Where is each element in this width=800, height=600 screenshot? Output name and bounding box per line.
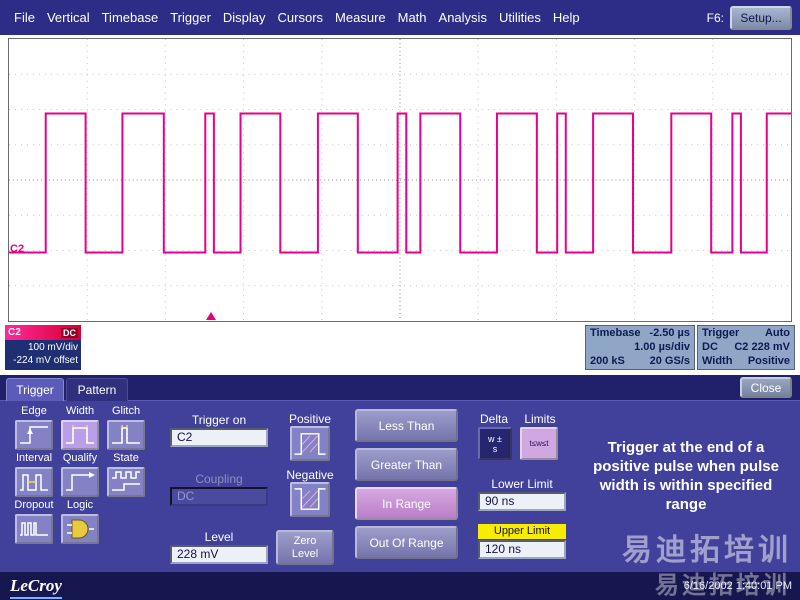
logic-icon bbox=[64, 517, 96, 541]
delta-mode-button[interactable]: w ± s bbox=[478, 427, 512, 460]
lecroy-logo: LeCroy bbox=[10, 576, 62, 599]
trigger-slope: Positive bbox=[748, 354, 790, 368]
logic-trigger-button[interactable] bbox=[61, 514, 99, 544]
menu-item-analysis[interactable]: Analysis bbox=[433, 10, 493, 25]
setup-button[interactable]: Setup... bbox=[730, 6, 792, 30]
menu-item-help[interactable]: Help bbox=[547, 10, 586, 25]
trigger-label: Trigger bbox=[702, 326, 739, 340]
width-trigger-button[interactable] bbox=[61, 420, 99, 450]
timebase-scale: 1.00 µs/div bbox=[634, 340, 690, 354]
trigger-type-selector: Edge Width Glitch bbox=[10, 405, 160, 544]
timebase-rate: 20 GS/s bbox=[650, 354, 690, 368]
glitch-icon bbox=[110, 423, 142, 447]
negative-pulse-icon bbox=[292, 484, 328, 515]
type-label-glitch: Glitch bbox=[112, 405, 140, 418]
dropout-trigger-button[interactable] bbox=[15, 514, 53, 544]
channel-offset: -224 mV offset bbox=[8, 354, 78, 367]
menu-item-display[interactable]: Display bbox=[217, 10, 272, 25]
less-than-button[interactable]: Less Than bbox=[355, 409, 458, 442]
trigger-descriptor[interactable]: Trigger Auto DC C2 228 mV Width Positive bbox=[697, 325, 795, 370]
footer-bar: LeCroy 6/16/2002 1:40:01 PM bbox=[0, 572, 800, 600]
timebase-descriptor[interactable]: Timebase -2.50 µs 1.00 µs/div 200 kS 20 … bbox=[585, 325, 695, 370]
lower-limit-label: Lower Limit bbox=[466, 477, 578, 491]
trigger-source-level: C2 228 mV bbox=[734, 340, 790, 354]
menu-item-vertical[interactable]: Vertical bbox=[41, 10, 96, 25]
menu-bar: File Vertical Timebase Trigger Display C… bbox=[0, 0, 800, 35]
tab-pattern[interactable]: Pattern bbox=[66, 378, 128, 401]
type-label-logic: Logic bbox=[67, 499, 93, 512]
close-button[interactable]: Close bbox=[740, 377, 792, 398]
edge-icon bbox=[18, 423, 50, 447]
channel-name: C2 bbox=[8, 327, 21, 338]
type-label-state: State bbox=[113, 452, 139, 465]
trigger-position-marker[interactable] bbox=[206, 312, 216, 320]
menu-item-utilities[interactable]: Utilities bbox=[493, 10, 547, 25]
interval-trigger-button[interactable] bbox=[15, 467, 53, 497]
menu-item-measure[interactable]: Measure bbox=[329, 10, 392, 25]
level-label: Level bbox=[170, 530, 268, 544]
trigger-dialog: Trigger Pattern Close Edge Width Glitch bbox=[0, 375, 800, 600]
width-icon bbox=[64, 423, 96, 447]
type-label-qualify: Qualify bbox=[63, 452, 97, 465]
watermark-text: 易迪拓培训 bbox=[622, 525, 792, 569]
menu-item-file[interactable]: File bbox=[8, 10, 41, 25]
timebase-label: Timebase bbox=[590, 326, 641, 340]
zero-level-button[interactable]: Zero Level bbox=[276, 530, 334, 565]
level-field[interactable]: 228 mV bbox=[170, 545, 268, 564]
positive-label: Positive bbox=[284, 412, 336, 426]
positive-pulse-icon bbox=[292, 428, 328, 459]
timebase-position: -2.50 µs bbox=[649, 326, 690, 340]
type-label-width: Width bbox=[66, 405, 94, 418]
glitch-trigger-button[interactable] bbox=[107, 420, 145, 450]
menu-item-timebase[interactable]: Timebase bbox=[96, 10, 165, 25]
coupling-field: DC bbox=[170, 487, 268, 506]
dialog-tab-bar: Trigger Pattern Close bbox=[0, 375, 800, 401]
state-icon bbox=[110, 470, 142, 494]
interval-icon bbox=[18, 470, 50, 494]
coupling-label: Coupling bbox=[170, 472, 268, 486]
out-of-range-button[interactable]: Out Of Range bbox=[355, 526, 458, 559]
oscilloscope-screen: File Vertical Timebase Trigger Display C… bbox=[0, 0, 800, 600]
negative-label: Negative bbox=[284, 468, 336, 482]
in-range-button[interactable]: In Range bbox=[355, 487, 458, 520]
channel-c2-settings: 100 mV/div -224 mV offset bbox=[5, 340, 81, 370]
channel-c2-descriptor[interactable]: C2 DC 100 mV/div -224 mV offset bbox=[5, 325, 81, 370]
channel-c2-header: C2 DC bbox=[5, 325, 81, 340]
lower-limit-field[interactable]: 90 ns bbox=[478, 492, 566, 511]
timebase-samples: 200 kS bbox=[590, 354, 625, 368]
tab-trigger[interactable]: Trigger bbox=[6, 378, 64, 401]
trigger-description-text: Trigger at the end of a positive pulse w… bbox=[580, 438, 792, 514]
dropout-icon bbox=[18, 517, 50, 541]
trigger-on-field[interactable]: C2 bbox=[170, 428, 268, 447]
greater-than-button[interactable]: Greater Than bbox=[355, 448, 458, 481]
limits-mode-button[interactable]: t≤w≤t bbox=[520, 427, 558, 460]
upper-limit-label: Upper Limit bbox=[478, 524, 566, 539]
upper-limit-field[interactable]: 120 ns bbox=[478, 540, 566, 559]
trace-label-c2: C2 bbox=[10, 243, 24, 255]
trigger-mode: Auto bbox=[765, 326, 790, 340]
menu-item-trigger[interactable]: Trigger bbox=[164, 10, 217, 25]
qualify-icon bbox=[64, 470, 96, 494]
positive-polarity-button[interactable] bbox=[290, 426, 330, 461]
waveform-display[interactable]: C2 bbox=[8, 38, 792, 322]
datetime-display: 6/16/2002 1:40:01 PM bbox=[684, 580, 792, 592]
f6-label: F6: bbox=[707, 11, 730, 25]
delta-label: Delta bbox=[472, 412, 516, 426]
state-trigger-button[interactable] bbox=[107, 467, 145, 497]
menu-item-math[interactable]: Math bbox=[392, 10, 433, 25]
type-label-edge: Edge bbox=[21, 405, 47, 418]
edge-trigger-button[interactable] bbox=[15, 420, 53, 450]
trigger-coupling: DC bbox=[702, 340, 718, 354]
channel-scale: 100 mV/div bbox=[8, 341, 78, 354]
trigger-type: Width bbox=[702, 354, 732, 368]
type-label-interval: Interval bbox=[16, 452, 52, 465]
menu-item-cursors[interactable]: Cursors bbox=[272, 10, 330, 25]
waveform-svg bbox=[9, 39, 791, 321]
qualify-trigger-button[interactable] bbox=[61, 467, 99, 497]
type-label-dropout: Dropout bbox=[14, 499, 53, 512]
limits-label: Limits bbox=[518, 412, 562, 426]
negative-polarity-button[interactable] bbox=[290, 482, 330, 517]
trigger-on-label: Trigger on bbox=[170, 413, 268, 427]
channel-coupling-badge: DC bbox=[61, 328, 78, 338]
